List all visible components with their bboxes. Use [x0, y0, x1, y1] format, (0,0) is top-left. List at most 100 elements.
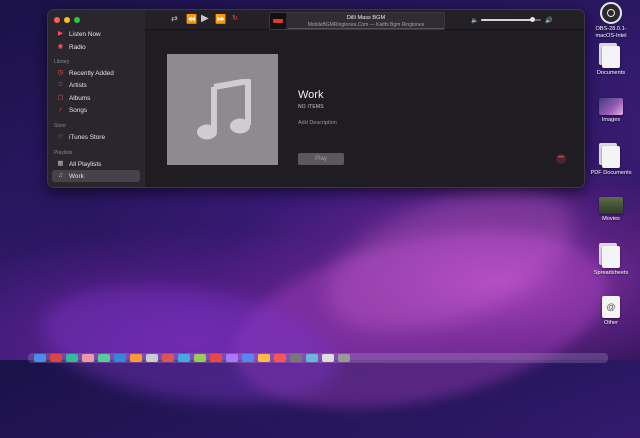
desktop-item-label: Other: [604, 320, 618, 326]
desktop-item-pdf-documents[interactable]: PDF Documents: [586, 143, 636, 177]
now-playing-artwork: [270, 13, 286, 29]
dock-app-icon[interactable]: [258, 354, 270, 362]
dock-app-icon[interactable]: [322, 354, 334, 362]
microphone-icon: ✩: [57, 80, 64, 88]
dock-app-icon[interactable]: [98, 354, 110, 362]
sidebar-item-artists[interactable]: ✩ Artists: [52, 79, 140, 91]
music-note-icon: [196, 78, 251, 139]
dock-app-icon[interactable]: [130, 354, 142, 362]
desktop-item-label: PDF Documents: [590, 170, 632, 176]
dock-app-icon[interactable]: [114, 354, 126, 362]
obs-app-icon: [600, 2, 622, 24]
star-icon: ☆: [57, 132, 64, 140]
sidebar-item-label: Work: [69, 172, 84, 180]
dock: [28, 353, 608, 363]
volume-slider-fill: [481, 19, 532, 21]
minimize-window-button[interactable]: [64, 17, 70, 23]
sidebar-item-recently-added[interactable]: ◷ Recently Added: [52, 67, 140, 79]
sidebar-item-label: Albums: [69, 94, 91, 102]
desktop-item-label: Images: [601, 117, 621, 123]
play-button[interactable]: Play: [298, 153, 344, 165]
radio-icon: ◉: [57, 42, 64, 50]
desktop-item-documents[interactable]: Documents: [586, 43, 636, 77]
images-thumbnail-icon: [599, 98, 623, 115]
dock-trash-icon[interactable]: [338, 354, 350, 362]
desktop-item-movies[interactable]: Movies: [586, 197, 636, 223]
sidebar-item-label: All Playlists: [69, 160, 102, 168]
dock-finder-icon[interactable]: [34, 354, 46, 362]
desktop-item-obs[interactable]: OBS-28.0.1-macOS-Intel: [586, 2, 636, 39]
note-icon: ♪: [58, 105, 63, 113]
now-playing-title: Dilli Mass BGM: [346, 15, 386, 21]
now-playing-panel[interactable]: Dilli Mass BGM MobileBGMRingtones.Com — …: [269, 12, 445, 30]
volume-slider-knob[interactable]: [529, 17, 535, 22]
sidebar-item-all-playlists[interactable]: ▦ All Playlists: [52, 158, 140, 170]
play-circle-icon: ▶: [58, 29, 63, 37]
desktop-item-spreadsheets[interactable]: Spreadsheets: [586, 243, 636, 277]
sidebar-section-store: Store: [54, 123, 66, 129]
progress-bar[interactable]: [288, 28, 444, 29]
pdf-documents-icon: [599, 143, 620, 168]
dock-app-icon[interactable]: [242, 354, 254, 362]
desktop-item-label: OBS-28.0.1-macOS-Intel: [595, 26, 627, 39]
close-window-button[interactable]: [54, 17, 60, 23]
playlist-title: Work: [298, 89, 324, 101]
sidebar-section-library: Library: [54, 59, 70, 65]
sidebar-section-playlists: Playlists: [54, 150, 73, 156]
sidebar-item-work[interactable]: ♫ Work: [52, 170, 140, 182]
grid-icon: ▦: [57, 159, 64, 167]
volume-low-icon: 🔈: [471, 18, 479, 24]
album-icon: ▢: [57, 93, 64, 101]
playlist-item-count: NO ITEMS: [298, 104, 324, 110]
more-options-icon[interactable]: •••: [556, 154, 566, 164]
sidebar-item-songs[interactable]: ♪ Songs: [52, 104, 140, 116]
dock-app-icon[interactable]: [306, 354, 318, 362]
sidebar-item-label: Artists: [69, 81, 87, 89]
playlist-view: Work NO ITEMS Add Description Play •••: [145, 30, 584, 187]
dock-app-icon[interactable]: [210, 354, 222, 362]
playlist-icon: ♫: [58, 171, 63, 179]
repeat-icon[interactable]: ↻: [232, 13, 238, 25]
sidebar-item-itunes-store[interactable]: ☆ iTunes Store: [52, 131, 140, 143]
sidebar-item-label: iTunes Store: [69, 133, 105, 141]
dock-app-icon[interactable]: [226, 354, 238, 362]
other-document-icon: @: [602, 296, 620, 318]
desktop-item-label: Spreadsheets: [593, 270, 629, 276]
playlist-artwork: [167, 54, 278, 165]
dock-app-icon[interactable]: [290, 354, 302, 362]
sidebar-item-label: Recently Added: [69, 69, 114, 77]
window-controls: [54, 17, 80, 23]
sidebar-item-label: Listen Now: [69, 30, 101, 38]
sidebar-item-label: Songs: [69, 106, 88, 114]
sidebar-item-radio[interactable]: ◉ Radio: [52, 41, 140, 53]
desktop-item-images[interactable]: Images: [586, 98, 636, 124]
sidebar-item-listen-now[interactable]: ▶ Listen Now: [52, 28, 140, 40]
maximize-window-button[interactable]: [74, 17, 80, 23]
shuffle-icon[interactable]: ⇄: [171, 13, 178, 25]
dock-app-icon[interactable]: [82, 354, 94, 362]
dock-music-icon[interactable]: [274, 354, 286, 362]
spreadsheet-stack-icon: [599, 243, 620, 268]
dock-app-icon[interactable]: [146, 354, 158, 362]
dock-app-icon[interactable]: [50, 354, 62, 362]
previous-track-icon[interactable]: ⏪: [186, 13, 197, 25]
add-description-link[interactable]: Add Description: [298, 120, 337, 126]
desktop-item-label: Documents: [596, 70, 626, 76]
sidebar-item-albums[interactable]: ▢ Albums: [52, 92, 140, 104]
next-track-icon[interactable]: ⏩: [215, 13, 226, 25]
dock-app-icon[interactable]: [178, 354, 190, 362]
dock-app-icon[interactable]: [194, 354, 206, 362]
desktop-item-label: Movies: [602, 216, 620, 222]
volume-high-icon: 🔊: [545, 18, 553, 24]
play-icon[interactable]: ▶: [201, 13, 209, 25]
folder-documents-icon: [599, 43, 620, 68]
movies-thumbnail-icon: [599, 197, 623, 214]
sidebar: ▶ Listen Now ◉ Radio Library ◷ Recently …: [48, 10, 146, 187]
volume-slider[interactable]: [481, 17, 541, 22]
playback-toolbar: ⇄ ⏪ ▶ ⏩ ↻ Dilli Mass BGM MobileBGMRingto…: [145, 10, 584, 30]
sidebar-item-label: Radio: [69, 43, 86, 51]
dock-app-icon[interactable]: [66, 354, 78, 362]
clock-icon: ◷: [57, 68, 64, 76]
dock-app-icon[interactable]: [162, 354, 174, 362]
desktop-item-other[interactable]: @ Other: [586, 296, 636, 327]
